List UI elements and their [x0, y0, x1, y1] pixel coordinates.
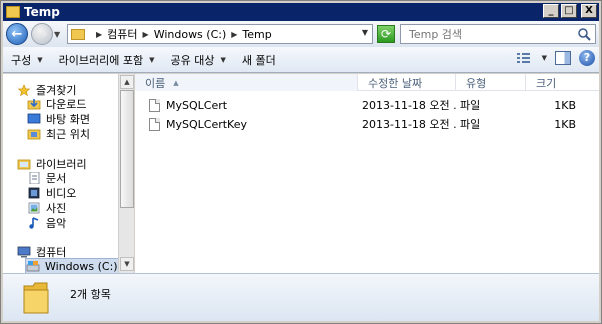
- search-icon[interactable]: [577, 27, 591, 41]
- new-folder-button[interactable]: 새 폴더: [234, 49, 284, 71]
- include-library-label: 라이브러리에 포함: [58, 53, 144, 67]
- share-with-button[interactable]: 공유 대상 ▼: [163, 49, 234, 71]
- column-type-label: 유형: [466, 76, 487, 90]
- chevron-right-icon[interactable]: ▶: [96, 30, 102, 39]
- refresh-icon: ⟳: [380, 27, 392, 41]
- organize-button[interactable]: 구성 ▼: [3, 49, 51, 71]
- file-row[interactable]: MySQLCertKey 2013-11-18 오전 ... 파일 1KB: [135, 115, 599, 133]
- toolbar-right: ▼ ?: [516, 50, 595, 66]
- file-name-cell: MySQLCertKey: [135, 115, 358, 133]
- arrow-right-icon: →: [36, 26, 48, 42]
- explorer-window: Temp _ □ X ← → ▼ ▶ 컴퓨터 ▶ Windows (C:) ▶ …: [0, 0, 602, 324]
- share-with-label: 공유 대상: [170, 53, 215, 67]
- include-library-button[interactable]: 라이브러리에 포함 ▼: [51, 49, 163, 71]
- organize-label: 구성: [11, 53, 32, 67]
- breadcrumb-temp[interactable]: Temp: [242, 28, 271, 41]
- command-bar: 구성 ▼ 라이브러리에 포함 ▼ 공유 대상 ▼ 새 폴더 ▼ ?: [3, 47, 599, 73]
- column-size-label: 크기: [536, 76, 557, 90]
- scroll-up-button[interactable]: ▲: [120, 75, 134, 89]
- close-button[interactable]: X: [581, 4, 597, 18]
- nav-music-label: 음악: [46, 217, 67, 230]
- nav-desktop-label: 바탕 화면: [46, 113, 90, 126]
- file-date: 2013-11-18 오전 ...: [362, 118, 456, 131]
- folder-icon: [23, 282, 49, 314]
- file-name: MySQLCert: [166, 98, 228, 112]
- videos-icon: [28, 187, 40, 199]
- navigation-scrollbar[interactable]: ▲ ▼: [118, 74, 134, 273]
- file-icon: [149, 98, 160, 112]
- view-options-icon[interactable]: [516, 51, 534, 65]
- address-bar[interactable]: ▶ 컴퓨터 ▶ Windows (C:) ▶ Temp ▼: [67, 24, 373, 44]
- search-input[interactable]: [409, 27, 569, 41]
- file-name: MySQLCertKey: [166, 117, 247, 131]
- chevron-down-icon[interactable]: ▼: [542, 54, 547, 62]
- column-name-label: 이름: [145, 76, 166, 90]
- chevron-down-icon: ▼: [37, 55, 43, 64]
- title-bar[interactable]: Temp _ □ X: [3, 3, 599, 21]
- column-header-size[interactable]: 크기: [526, 74, 599, 91]
- file-size: 1KB: [554, 98, 576, 112]
- desktop-icon: [27, 113, 41, 124]
- details-pane: 2개 항목: [3, 273, 599, 321]
- breadcrumb-computer[interactable]: 컴퓨터: [107, 26, 137, 42]
- drive-icon: [26, 261, 40, 272]
- nav-downloads-label: 다운로드: [46, 98, 87, 111]
- library-icon: [17, 159, 31, 170]
- downloads-icon: [27, 99, 41, 110]
- scroll-down-button[interactable]: ▼: [120, 257, 134, 271]
- title-buttons: _ □ X: [543, 4, 597, 18]
- folder-icon: [71, 28, 85, 40]
- recent-pages-dropdown[interactable]: ▼: [54, 30, 64, 39]
- column-header-date[interactable]: 수정한 날짜: [358, 74, 456, 91]
- file-type: 파일: [460, 118, 481, 131]
- refresh-button[interactable]: ⟳: [377, 25, 395, 43]
- back-button[interactable]: ←: [6, 23, 28, 45]
- search-box[interactable]: [400, 24, 596, 44]
- item-count: 2개 항목: [70, 288, 111, 301]
- file-name-cell: MySQLCert: [135, 96, 358, 114]
- nav-recent-label: 최근 위치: [46, 128, 90, 141]
- help-icon[interactable]: ?: [579, 50, 595, 66]
- nav-windows-c[interactable]: Windows (C:): [25, 258, 119, 273]
- file-list: 이름 ▲ 수정한 날짜 유형 크기 MySQLCert 2013-11-18 오…: [135, 74, 599, 273]
- recent-places-icon: [27, 129, 41, 140]
- nav-documents-label: 문서: [46, 172, 67, 185]
- chevron-down-icon: ▼: [149, 55, 155, 64]
- chevron-right-icon[interactable]: ▶: [143, 30, 149, 39]
- chevron-down-icon: ▼: [220, 55, 226, 64]
- column-header-row: 이름 ▲ 수정한 날짜 유형 크기: [135, 74, 599, 91]
- documents-icon: [29, 172, 40, 184]
- maximize-button[interactable]: □: [561, 4, 577, 18]
- minimize-button[interactable]: _: [543, 4, 559, 18]
- file-date: 2013-11-18 오전 ...: [362, 99, 456, 112]
- computer-icon: [17, 246, 31, 258]
- window-title: Temp: [24, 5, 60, 19]
- folder-icon: [6, 6, 20, 18]
- music-icon: [29, 217, 39, 229]
- navigation-pane: 즐겨찾기 다운로드 바탕 화면 최근 위치 라이브러리 문서 비디오 사진 음악…: [3, 74, 134, 273]
- preview-pane-icon[interactable]: [555, 51, 571, 65]
- chevron-down-icon[interactable]: ▼: [362, 28, 368, 37]
- address-row: ← → ▼ ▶ 컴퓨터 ▶ Windows (C:) ▶ Temp ▼ ⟳: [3, 21, 599, 47]
- nav-videos-label: 비디오: [46, 187, 77, 200]
- arrow-left-icon: ←: [11, 26, 23, 42]
- breadcrumb-windows-c[interactable]: Windows (C:): [154, 28, 227, 41]
- new-folder-label: 새 폴더: [241, 53, 276, 67]
- file-icon: [149, 117, 160, 131]
- file-size: 1KB: [554, 117, 576, 131]
- forward-button[interactable]: →: [31, 23, 53, 45]
- file-type: 파일: [460, 99, 481, 112]
- column-header-type[interactable]: 유형: [456, 74, 526, 91]
- nav-windows-c-label: Windows (C:): [45, 259, 118, 273]
- chevron-right-icon[interactable]: ▶: [231, 30, 237, 39]
- column-date-label: 수정한 날짜: [368, 76, 423, 90]
- pictures-icon: [28, 202, 40, 214]
- nav-pictures-label: 사진: [46, 202, 67, 215]
- sort-ascending-icon: ▲: [173, 78, 179, 87]
- column-header-name[interactable]: 이름 ▲: [135, 74, 358, 91]
- scrollbar-thumb[interactable]: [120, 90, 134, 208]
- file-row[interactable]: MySQLCert 2013-11-18 오전 ... 파일 1KB: [135, 96, 599, 114]
- star-icon: [17, 84, 31, 96]
